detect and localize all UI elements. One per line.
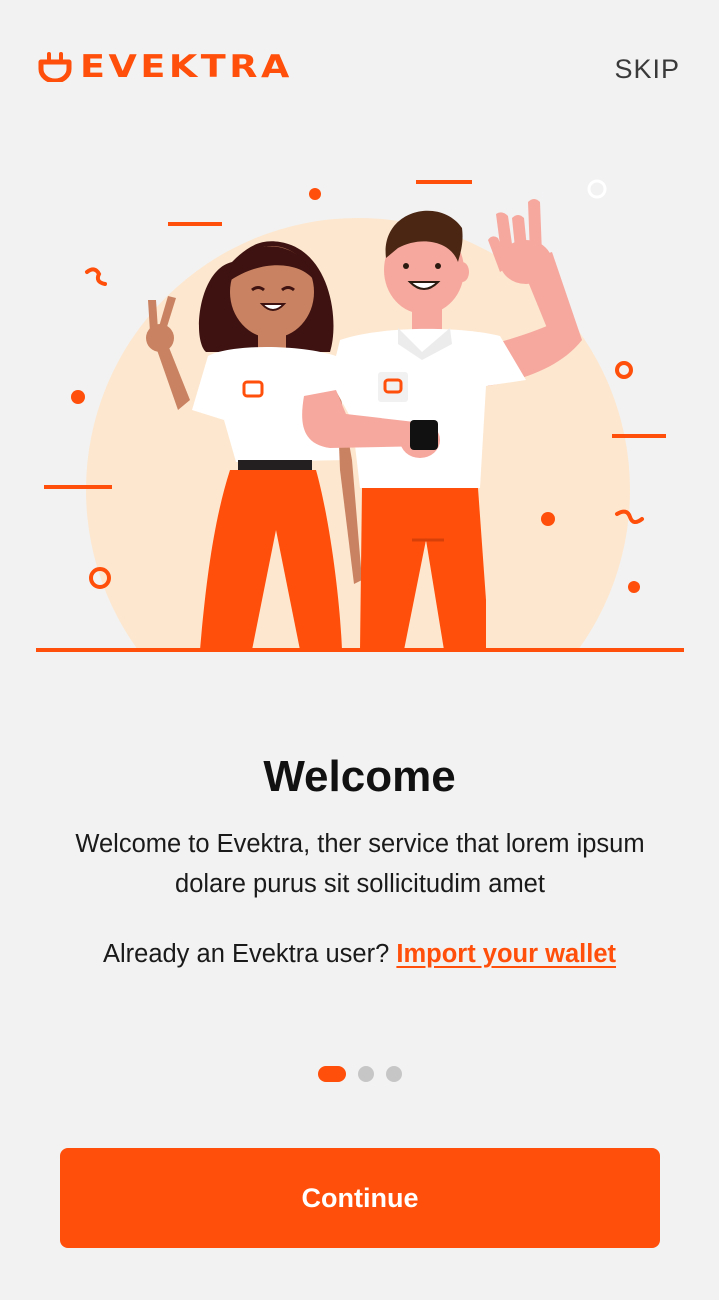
pagination-dot — [358, 1066, 374, 1082]
pagination-dots — [318, 1066, 414, 1082]
welcome-illustration — [0, 179, 719, 660]
skip-button[interactable]: SKIP — [614, 54, 680, 85]
page-title: Welcome — [263, 752, 456, 801]
continue-button[interactable]: Continue — [60, 1148, 660, 1248]
plug-icon — [38, 52, 72, 82]
import-prompt-text: Already an Evektra user? — [102, 940, 390, 968]
import-wallet-link[interactable]: Import your wallet — [396, 940, 616, 968]
top-bar: EVEKTRA SKIP — [0, 0, 719, 140]
welcome-description: Welcome to Evektra, ther service that lo… — [75, 830, 645, 898]
import-prompt-line: Already an Evektra user? Import your wal… — [0, 940, 719, 969]
pagination-dot — [386, 1066, 402, 1082]
brand-name: EVEKTRA — [80, 49, 293, 85]
brand-logo: EVEKTRA — [38, 52, 289, 83]
pagination-dot-active — [318, 1066, 346, 1082]
